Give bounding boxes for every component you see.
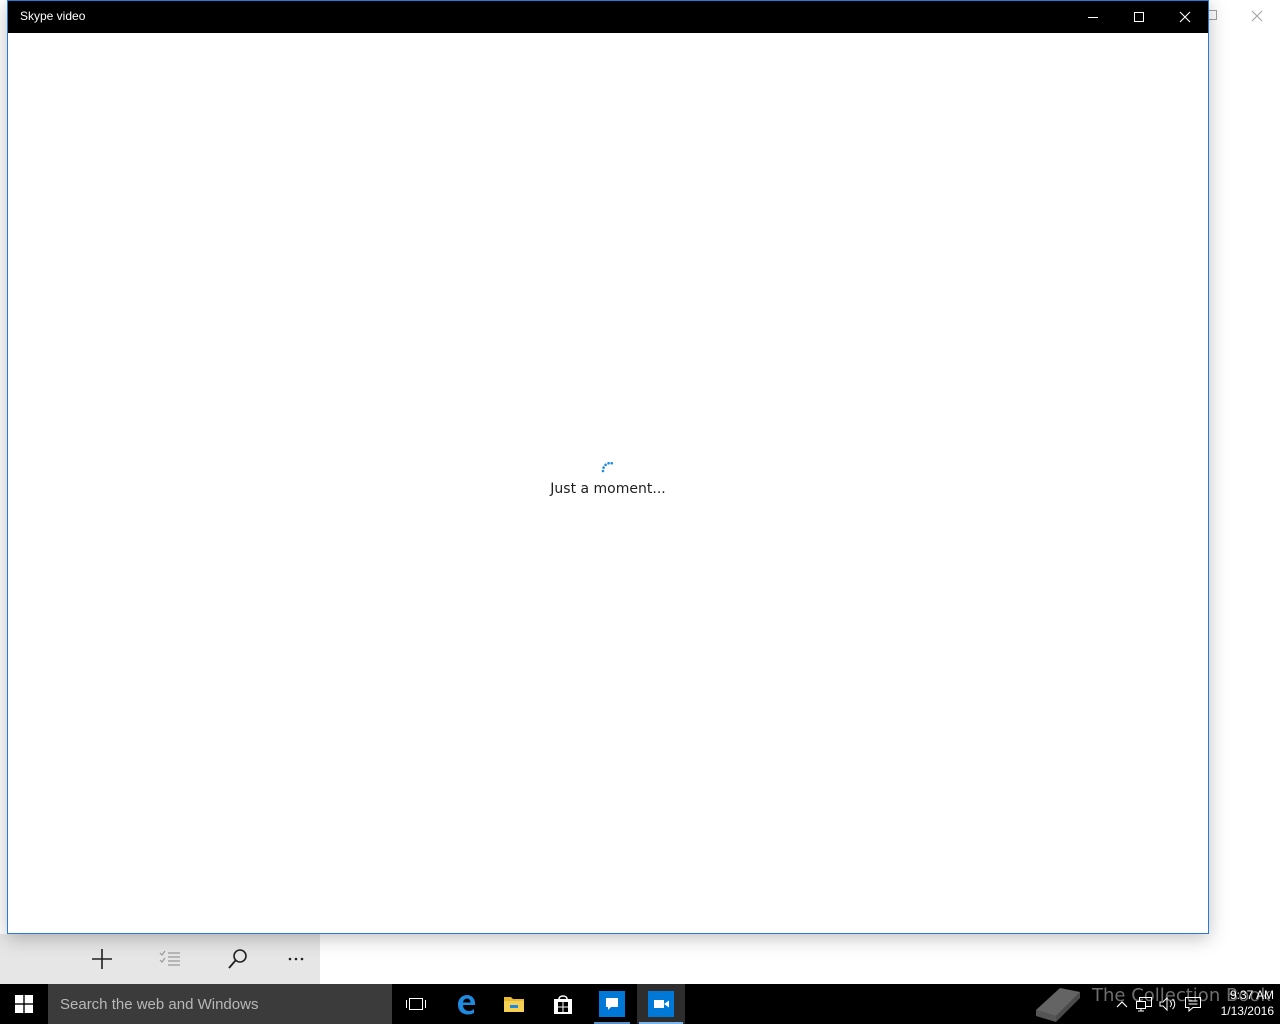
folder-icon <box>504 997 524 1012</box>
add-button[interactable] <box>68 934 136 984</box>
taskbar-edge[interactable] <box>442 984 490 1024</box>
skype-messaging-icon <box>599 991 625 1017</box>
close-icon <box>1251 10 1263 22</box>
loading-indicator: Just a moment... <box>548 459 668 497</box>
background-app-bar <box>0 934 320 984</box>
maximize-button[interactable] <box>1116 1 1162 33</box>
notifications-icon <box>1185 997 1201 1012</box>
taskbar: Search the web and Windows The Collectio… <box>0 984 1280 1024</box>
start-button[interactable] <box>0 984 48 1024</box>
window-content: Just a moment... <box>8 33 1208 933</box>
book-logo-icon <box>1036 988 1080 1022</box>
taskbar-skype-messaging[interactable] <box>588 984 636 1024</box>
select-list-button[interactable] <box>136 934 204 984</box>
clock-time: 9:37 AM <box>1229 988 1274 1002</box>
title-bar[interactable]: Skype video <box>8 1 1208 33</box>
windows-logo-icon <box>15 995 33 1013</box>
window-title: Skype video <box>20 9 86 23</box>
task-view-icon <box>406 998 426 1010</box>
clock[interactable]: 9:37 AM 1/13/2016 <box>1208 987 1274 1019</box>
search-box[interactable]: Search the web and Windows <box>48 984 392 1024</box>
loading-spinner-icon <box>601 461 614 473</box>
plus-icon <box>92 949 112 969</box>
network-status-button[interactable] <box>1134 994 1154 1014</box>
ellipsis-icon <box>288 957 304 961</box>
chevron-up-icon <box>1116 1001 1128 1008</box>
network-icon <box>1136 997 1152 1012</box>
skype-video-window: Skype video Just a moment... <box>7 0 1209 934</box>
loading-text: Just a moment... <box>550 481 666 497</box>
checklist-icon <box>159 950 180 966</box>
minimize-icon <box>1088 17 1098 18</box>
action-center-button[interactable] <box>1183 994 1203 1014</box>
minimize-button[interactable] <box>1070 1 1116 33</box>
show-hidden-icons-button[interactable] <box>1112 994 1132 1014</box>
close-icon <box>1179 11 1191 23</box>
taskbar-skype-video[interactable] <box>637 984 685 1024</box>
taskbar-file-explorer[interactable] <box>490 984 538 1024</box>
edge-icon <box>458 995 475 1015</box>
clock-date: 1/13/2016 <box>1220 1004 1274 1018</box>
taskbar-store[interactable] <box>539 984 587 1024</box>
volume-icon <box>1159 996 1176 1012</box>
volume-button[interactable] <box>1158 994 1178 1014</box>
search-icon <box>228 949 247 969</box>
store-icon <box>554 995 572 1014</box>
close-button[interactable] <box>1162 1 1208 33</box>
background-close-button[interactable] <box>1234 0 1280 32</box>
search-placeholder: Search the web and Windows <box>60 996 259 1013</box>
skype-video-icon <box>648 991 674 1017</box>
task-view-button[interactable] <box>392 984 440 1024</box>
maximize-icon <box>1134 12 1144 22</box>
more-options-button[interactable] <box>262 934 330 984</box>
